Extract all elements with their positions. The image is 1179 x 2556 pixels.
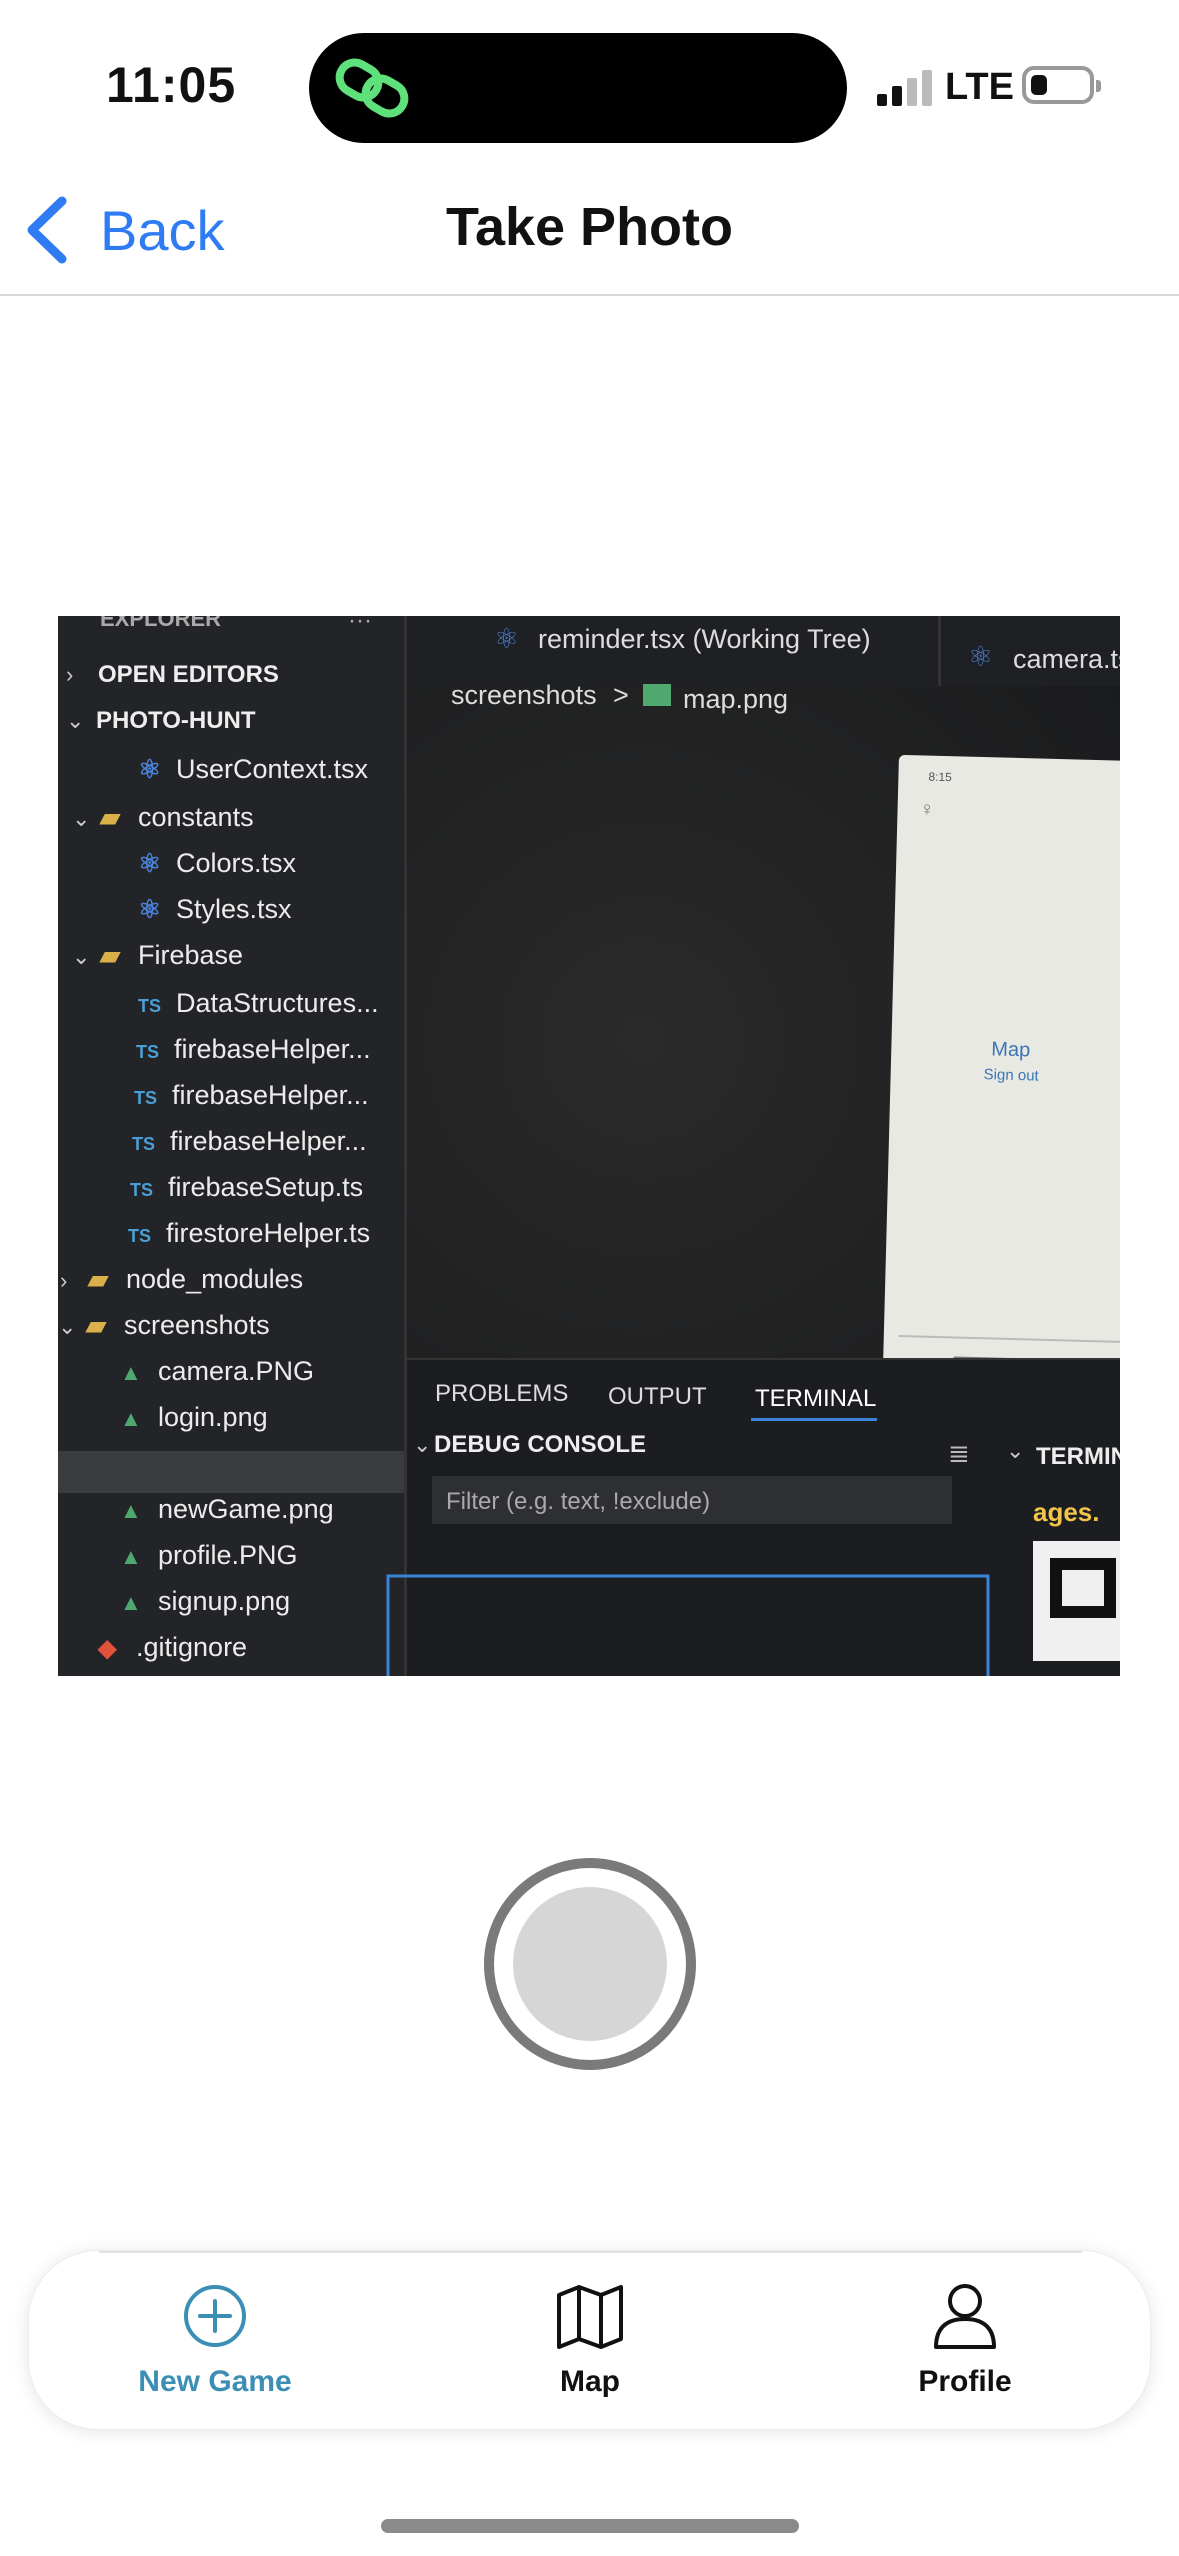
more-icon: ··· [348,616,372,634]
explorer-file-label: login.png [158,1402,268,1432]
camera-preview: EXPLORER ··· › OPEN EDITORS ⌄ PHOTO-HUNT… [58,616,1120,1676]
img-file-icon: ▲ [120,1360,142,1385]
explorer-file-label: screenshots [124,1310,270,1340]
tab-bar: New Game Map Profile [28,2250,1151,2430]
breadcrumb-sep: > [613,680,629,710]
phone-time: 8:15 [928,770,952,785]
shutter-button[interactable] [484,1858,696,2070]
explorer-file-label: camera.PNG [158,1356,314,1386]
chevron-icon: ⌄ [72,806,90,831]
explorer-file-label: profile.PNG [158,1540,298,1570]
tab-profile[interactable]: Profile [815,2281,1115,2421]
react-file-icon: ⚛ [138,894,161,924]
map-icon [557,2285,623,2349]
tab-bar-divider [99,2251,1082,2253]
ts-file-icon: TS [134,1088,157,1108]
img-file-icon: ▲ [120,1406,142,1431]
home-indicator [381,2519,799,2533]
folderClosed-file-icon: ▰ [87,1264,109,1294]
explorer-file-label: Colors.tsx [176,848,297,878]
cellular-signal-icon [877,70,932,106]
svg-text:≣: ≣ [948,1438,970,1468]
svg-text:♀: ♀ [919,798,935,820]
shutter-inner [513,1887,667,2041]
tab-profile-label: Profile [918,2365,1012,2398]
svg-text:⚛: ⚛ [968,641,993,672]
explorer-file-label: .gitignore [136,1632,247,1662]
terminal-header: TERMIN [1036,1443,1120,1470]
explorer-file-label: firebaseSetup.ts [168,1172,363,1202]
network-type: LTE [945,66,1014,108]
explorer-file-label: firestoreHelper.ts [166,1218,370,1248]
folderOpen-file-icon: ▰ [85,1310,107,1340]
img-file-icon: ▲ [120,1498,142,1523]
ts-file-icon: TS [128,1226,151,1246]
link-icon [335,58,409,118]
status-time: 11:05 [106,57,237,113]
explorer-file-label: UserContext.tsx [176,754,369,784]
explorer-file-label: firebaseHelper... [170,1126,367,1156]
ts-file-icon: TS [130,1180,153,1200]
folderOpen-file-icon: ▰ [99,940,121,970]
panel-tab-problems: PROBLEMS [435,1380,568,1407]
explorer-file-label: newGame.png [158,1494,334,1524]
explorer-file-label: firebaseHelper... [174,1034,371,1064]
battery-icon [1022,66,1101,104]
react-file-icon: ⚛ [138,754,161,784]
explorer-file-label: DataStructures... [176,988,379,1018]
ts-file-icon: TS [138,996,161,1016]
ts-file-icon: TS [136,1042,159,1062]
chevron-icon: › [60,1268,67,1293]
git-file-icon: ◆ [97,1635,117,1662]
panel-tab-output: OUTPUT [608,1383,707,1410]
svg-text:⌄: ⌄ [66,708,84,733]
svg-text:⌄: ⌄ [413,1432,431,1457]
explorer-file-label: constants [138,802,254,832]
folderOpen-file-icon: ▰ [99,802,121,832]
chevron-icon: ⌄ [58,1314,76,1339]
explorer-file-label: Styles.tsx [176,894,292,924]
debug-console-header: DEBUG CONSOLE [434,1431,646,1458]
svg-text:›: › [66,662,73,687]
section-open-editors: OPEN EDITORS [98,661,279,688]
explorer-header: EXPLORER [100,616,221,631]
navigation-bar: Back Take Photo [0,170,1179,296]
page-title: Take Photo [445,197,734,257]
tab-map-label: Map [560,2365,620,2398]
editor-tab-1: reminder.tsx (Working Tree) [538,624,871,654]
phone-map: Map [991,1038,1030,1061]
chevron-icon: ⌄ [72,944,90,969]
breadcrumb-folder: screenshots [451,680,597,710]
explorer-file-label: Firebase [138,940,243,970]
phone-signout: Sign out [983,1066,1039,1084]
plus-circle-icon [184,2285,246,2347]
terminal-text: ages. [1033,1497,1100,1527]
ts-file-icon: TS [132,1134,155,1154]
breadcrumb-file: map.png [683,684,788,714]
tab-map[interactable]: Map [440,2281,740,2421]
explorer-file-label: node_modules [126,1264,303,1294]
tab-new-game-label: New Game [138,2365,292,2398]
svg-text:⌄: ⌄ [1006,1438,1024,1463]
status-bar: 11:05 LTE [0,0,1179,170]
dynamic-island[interactable] [309,33,847,143]
explorer-file-label: firebaseHelper... [172,1080,369,1110]
react-icon: ⚛ [494,623,519,654]
editor-tab-2: camera.ts [1013,644,1120,674]
img-file-icon: ▲ [120,1544,142,1569]
img-file-icon: ▲ [120,1590,142,1615]
react-file-icon: ⚛ [138,848,161,878]
section-photo-hunt: PHOTO-HUNT [96,707,256,734]
explorer-file-label: signup.png [158,1586,290,1616]
panel-tab-terminal: TERMINAL [755,1385,876,1412]
filter-input: Filter (e.g. text, !exclude) [446,1488,710,1515]
tab-new-game[interactable]: New Game [65,2281,365,2421]
person-icon [934,2284,996,2349]
